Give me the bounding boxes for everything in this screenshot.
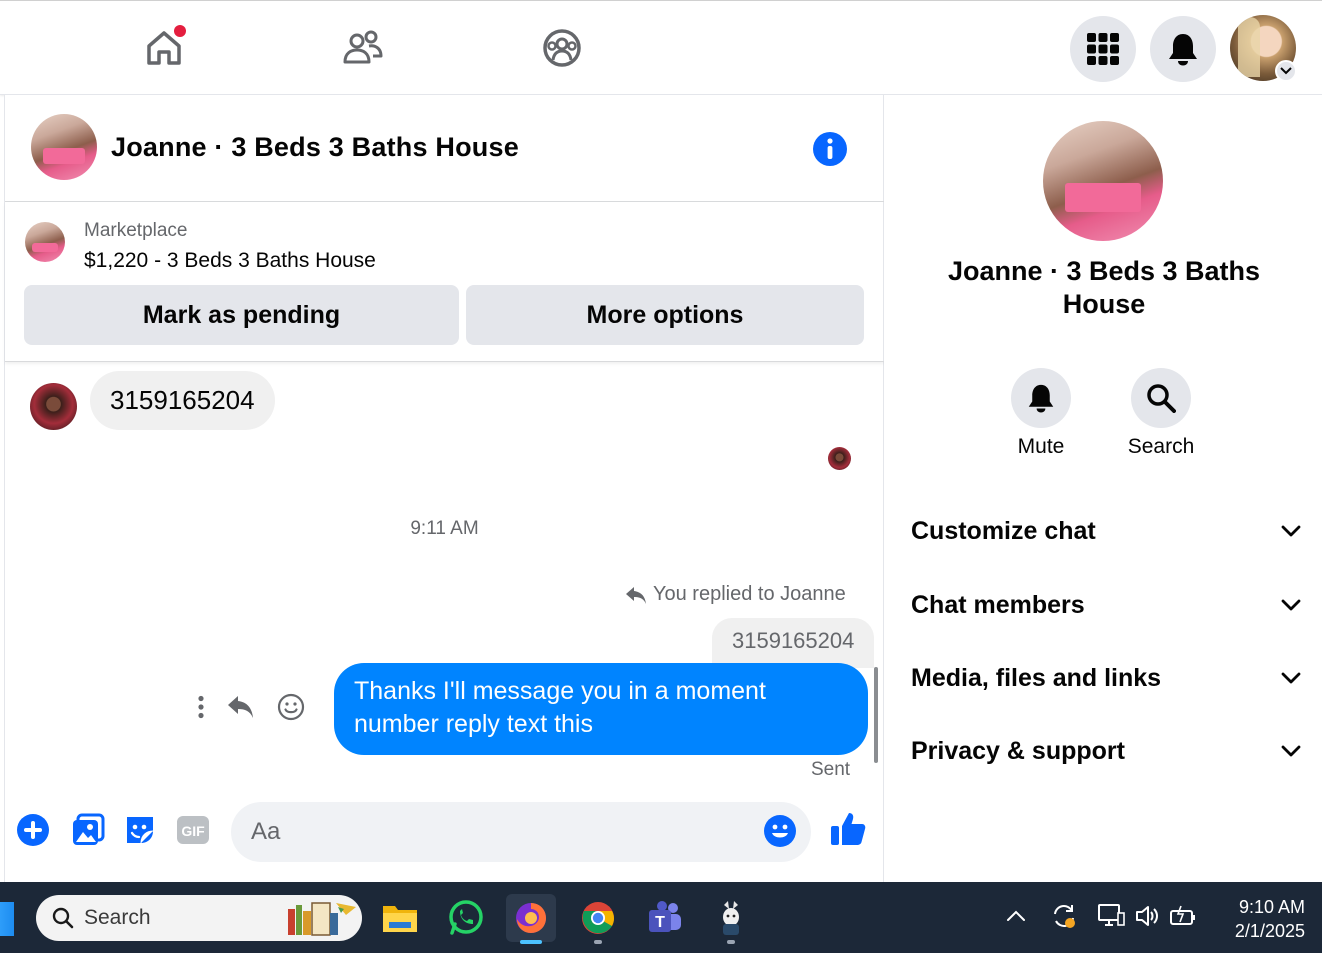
search-label: Search (1127, 435, 1195, 458)
section-chat-members[interactable]: Chat members (911, 585, 1301, 625)
details-title-line-2: House (1062, 289, 1146, 319)
details-title-line-1: Joanne · 3 Beds 3 Baths (947, 256, 1261, 286)
listing-thumbnail[interactable] (25, 222, 65, 262)
volume-icon[interactable] (1133, 902, 1161, 930)
chat-title[interactable]: Joanne · 3 Beds 3 Baths House (111, 132, 519, 163)
whatsapp-icon[interactable] (441, 894, 491, 942)
search-icon (52, 907, 74, 929)
app-mascot-icon[interactable] (706, 894, 756, 944)
section-label: Chat members (911, 590, 1085, 619)
books-illustration-icon (288, 902, 356, 936)
firefox-icon[interactable] (506, 894, 556, 944)
details-title: Joanne · 3 Beds 3 Baths House (924, 255, 1284, 321)
notification-dot (174, 25, 186, 37)
message-input[interactable] (231, 802, 811, 862)
mute-button[interactable]: Mute (1001, 368, 1081, 459)
friends-icon[interactable] (341, 25, 385, 71)
incoming-message[interactable]: 3159165204 (90, 371, 275, 430)
conversation-details-panel: Joanne · 3 Beds 3 Baths House Mute Searc… (884, 95, 1322, 882)
details-avatar[interactable] (1043, 121, 1163, 241)
system-clock[interactable]: 9:10 AM 2/1/2025 (1190, 895, 1305, 943)
outgoing-message-line-2: number reply text this (354, 710, 593, 738)
sync-icon[interactable] (1050, 902, 1078, 930)
groups-icon[interactable] (540, 25, 584, 71)
section-customize-chat[interactable]: Customize chat (911, 511, 1301, 551)
top-navigation-bar (0, 0, 1322, 95)
info-icon[interactable] (812, 131, 848, 167)
teams-icon[interactable]: T (639, 894, 689, 942)
bell-icon (1169, 34, 1197, 66)
section-label: Privacy & support (911, 736, 1125, 765)
taskbar-search[interactable]: Search (36, 895, 362, 941)
marketplace-listing-card: Marketplace $1,220 - 3 Beds 3 Baths Hous… (5, 202, 884, 362)
more-options-button[interactable]: More options (466, 285, 864, 345)
message-composer: GIF (5, 795, 884, 875)
chrome-icon[interactable] (573, 894, 623, 944)
clock-date: 2/1/2025 (1234, 921, 1305, 941)
outgoing-message[interactable]: Thanks I'll message you in a moment numb… (334, 663, 868, 755)
quoted-message[interactable]: 3159165204 (712, 618, 875, 668)
reply-arrow-icon (626, 586, 646, 604)
sender-avatar[interactable] (30, 383, 77, 430)
bell-icon (1028, 384, 1054, 413)
windows-taskbar: Search T 9:10 AM 2/1/2025 (0, 882, 1322, 953)
section-label: Media, files and links (911, 663, 1162, 692)
thumbs-up-icon[interactable] (828, 809, 868, 849)
svg-text:T: T (655, 914, 665, 931)
listing-title[interactable]: $1,220 - 3 Beds 3 Baths House (84, 249, 376, 273)
network-icon[interactable] (1097, 902, 1125, 930)
more-vertical-icon[interactable] (197, 695, 205, 719)
notifications-button[interactable] (1150, 16, 1216, 82)
outgoing-message-line-1: Thanks I'll message you in a moment (354, 677, 766, 705)
windows-start-icon[interactable] (0, 902, 14, 936)
svg-text:GIF: GIF (181, 823, 205, 839)
message-status: Sent (811, 759, 851, 780)
reply-indicator-text: You replied to Joanne (653, 583, 846, 605)
chevron-down-icon (1281, 745, 1301, 757)
taskbar-search-text: Search (84, 906, 151, 929)
section-media-files-links[interactable]: Media, files and links (911, 658, 1301, 698)
search-in-conversation-button[interactable]: Search (1121, 368, 1201, 459)
section-privacy-support[interactable]: Privacy & support (911, 731, 1301, 771)
chevron-down-icon (1281, 525, 1301, 537)
menu-grid-button[interactable] (1070, 16, 1136, 82)
react-emoji-icon[interactable] (277, 693, 305, 721)
sticker-icon[interactable] (122, 812, 158, 848)
marketplace-label: Marketplace (84, 220, 188, 241)
mute-label: Mute (1017, 435, 1065, 458)
search-icon (1147, 384, 1176, 413)
reply-icon[interactable] (227, 694, 255, 720)
chat-panel: Joanne · 3 Beds 3 Baths House Marketplac… (4, 95, 884, 882)
section-label: Customize chat (911, 516, 1096, 545)
menu-grid-icon (1087, 33, 1119, 65)
clock-time: 9:10 AM (1238, 897, 1305, 917)
home-icon[interactable] (142, 25, 186, 71)
message-scrollbar[interactable] (874, 667, 878, 763)
message-timestamp: 9:11 AM (410, 518, 479, 539)
plus-icon[interactable] (15, 812, 51, 848)
seen-indicator-avatar (828, 447, 851, 470)
reply-indicator: You replied to Joanne (625, 583, 846, 606)
chevron-down-icon (1281, 599, 1301, 611)
account-chevron-icon[interactable] (1275, 60, 1297, 82)
message-actions (197, 693, 305, 721)
mark-as-pending-button[interactable]: Mark as pending (24, 285, 459, 345)
show-hidden-icons-chevron-icon[interactable] (1002, 902, 1030, 930)
chevron-down-icon (1281, 672, 1301, 684)
photo-icon[interactable] (70, 812, 106, 848)
chat-header: Joanne · 3 Beds 3 Baths House (5, 95, 884, 202)
listing-avatar[interactable] (31, 114, 97, 180)
file-explorer-icon[interactable] (375, 894, 425, 942)
emoji-icon[interactable] (762, 813, 798, 849)
gif-icon[interactable]: GIF (175, 812, 211, 848)
